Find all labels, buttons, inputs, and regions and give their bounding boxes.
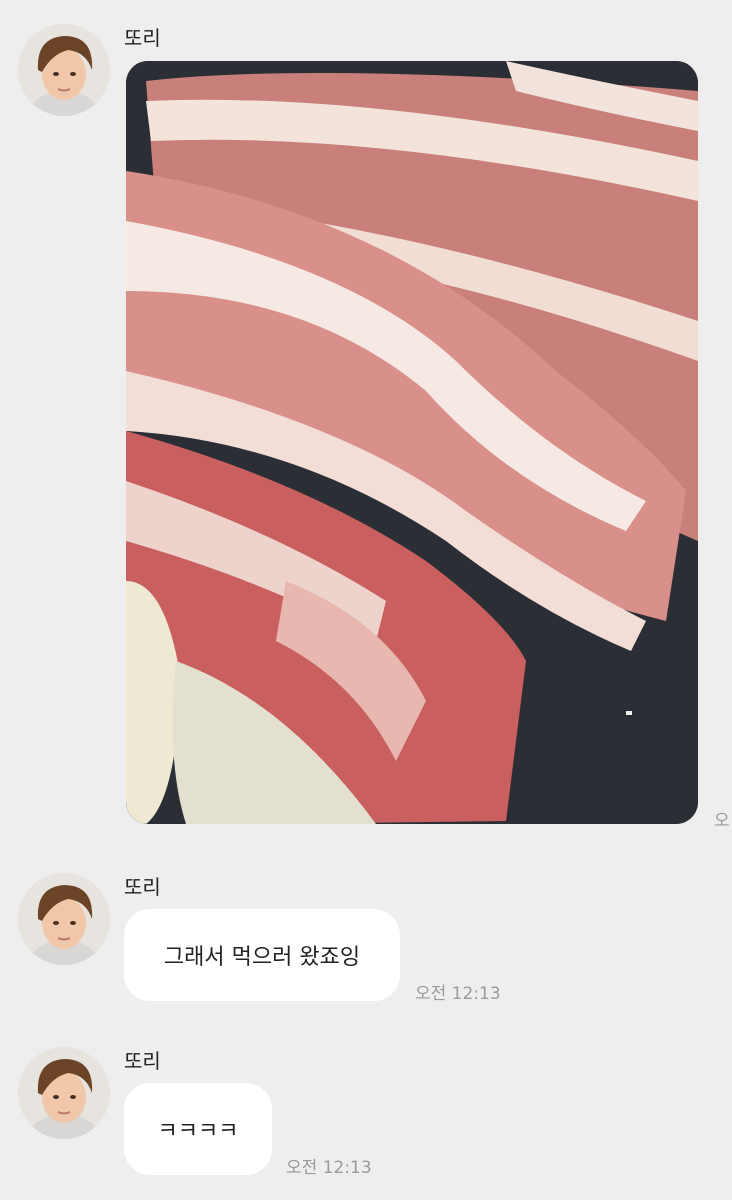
avatar[interactable] — [18, 24, 110, 116]
message-bubble[interactable]: ㅋㅋㅋㅋ — [124, 1083, 272, 1175]
avatar[interactable] — [18, 1047, 110, 1139]
avatar[interactable] — [18, 873, 110, 965]
avatar-photo — [18, 24, 110, 116]
photo-message[interactable] — [126, 61, 698, 824]
timestamp: 오전 12:13 — [286, 1158, 372, 1178]
message-text: 그래서 먹으러 왔죠잉 — [163, 945, 361, 970]
message-text: ㅋㅋㅋㅋ — [157, 1119, 239, 1144]
sender-name: 또리 — [124, 1049, 161, 1073]
message-bubble[interactable]: 그래서 먹으러 왔죠잉 — [124, 909, 400, 1001]
meat-photo — [126, 61, 698, 824]
avatar-photo — [18, 1047, 110, 1139]
avatar-photo — [18, 873, 110, 965]
timestamp: 오 — [714, 811, 730, 831]
timestamp: 오전 12:13 — [415, 984, 501, 1004]
sender-name: 또리 — [124, 26, 161, 50]
sender-name: 또리 — [124, 875, 161, 899]
